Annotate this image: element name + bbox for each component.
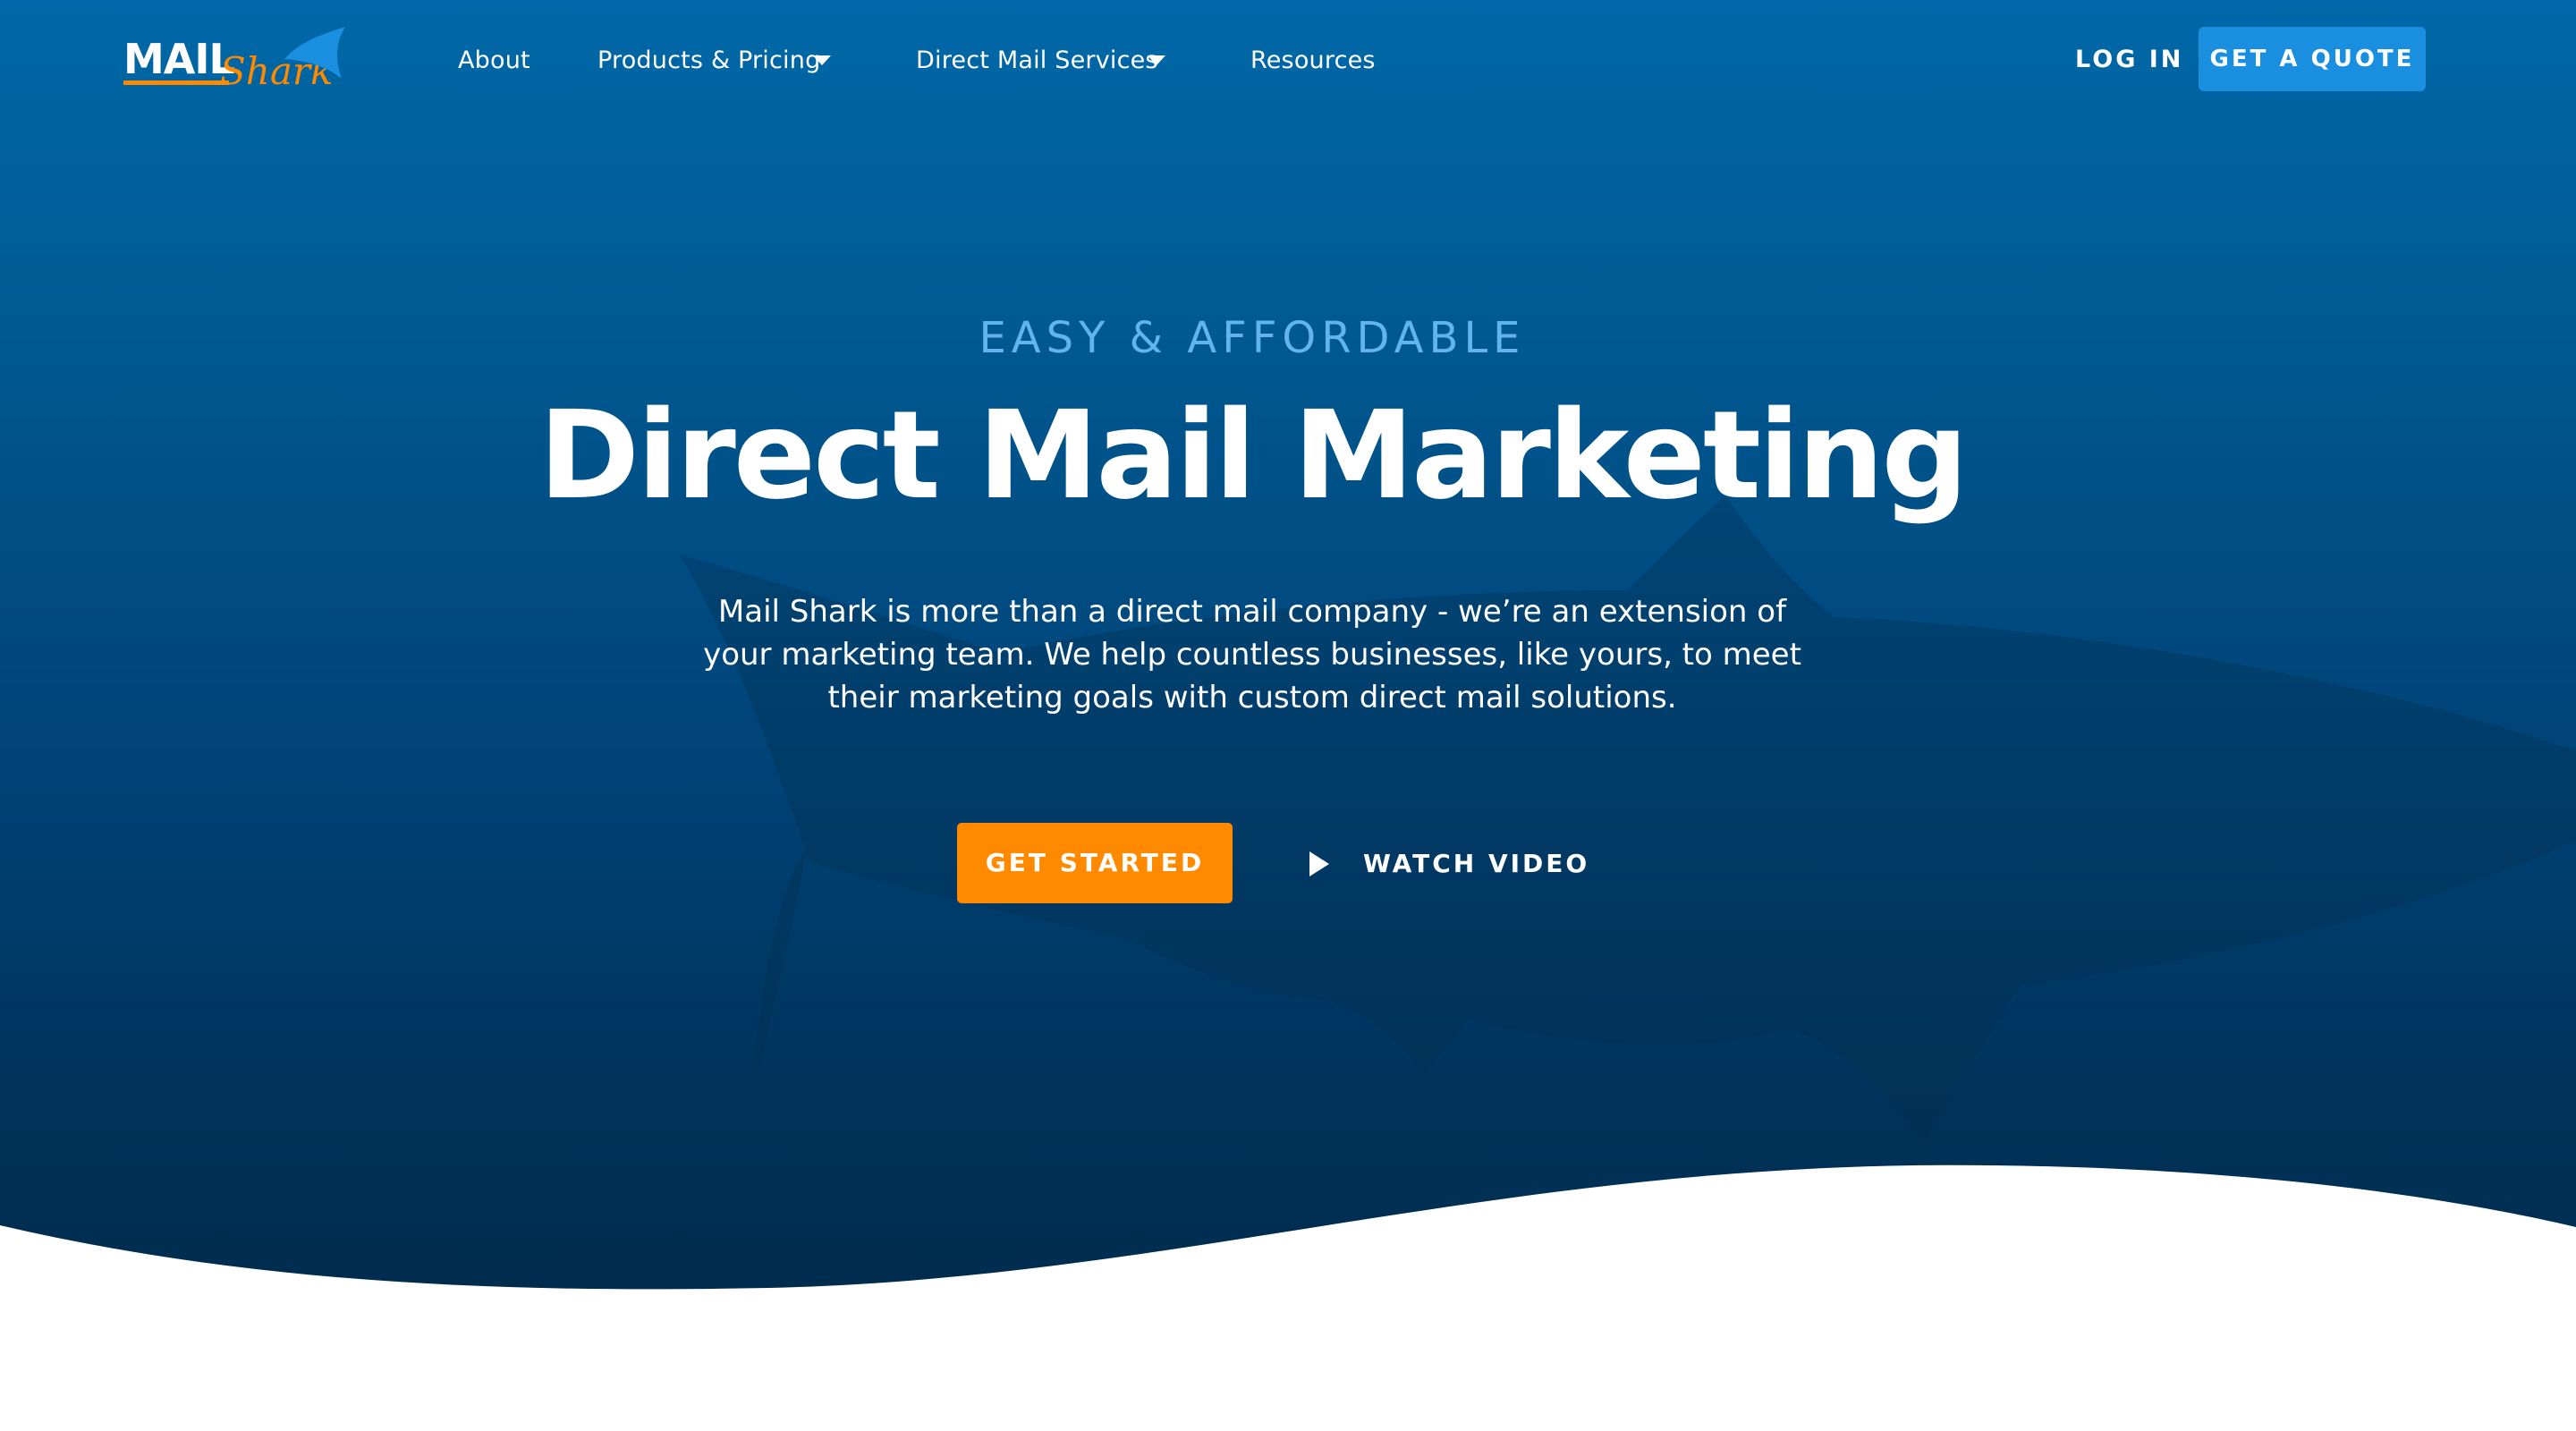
login-link[interactable]: LOG IN [2075, 41, 2183, 79]
get-started-button[interactable]: GET STARTED [957, 823, 1233, 903]
nav-direct-mail-services[interactable]: Direct Mail Services [916, 45, 1158, 77]
hero-headline: Direct Mail Marketing [538, 385, 1969, 527]
watch-video-label: WATCH VIDEO [1363, 849, 1590, 878]
hero-section: MAIL Shark About Products & Pricing Dire… [0, 0, 2576, 1431]
get-a-quote-button[interactable]: GET A QUOTE [2199, 27, 2426, 91]
chevron-down-icon[interactable] [1148, 55, 1165, 65]
hero-eyebrow: EASY & AFFORDABLE [979, 313, 1526, 363]
nav-about[interactable]: About [458, 45, 530, 77]
nav-products-pricing[interactable]: Products & Pricing [597, 45, 820, 77]
mailshark-logo[interactable]: MAIL Shark [122, 23, 349, 95]
logo-text-mail: MAIL [123, 35, 234, 83]
chevron-down-icon[interactable] [813, 55, 831, 65]
nav-resources[interactable]: Resources [1250, 45, 1376, 77]
watch-video-link[interactable]: WATCH VIDEO [1306, 846, 1587, 882]
hero-subtext: Mail Shark is more than a direct mail co… [703, 594, 1801, 716]
play-icon [1309, 851, 1329, 876]
